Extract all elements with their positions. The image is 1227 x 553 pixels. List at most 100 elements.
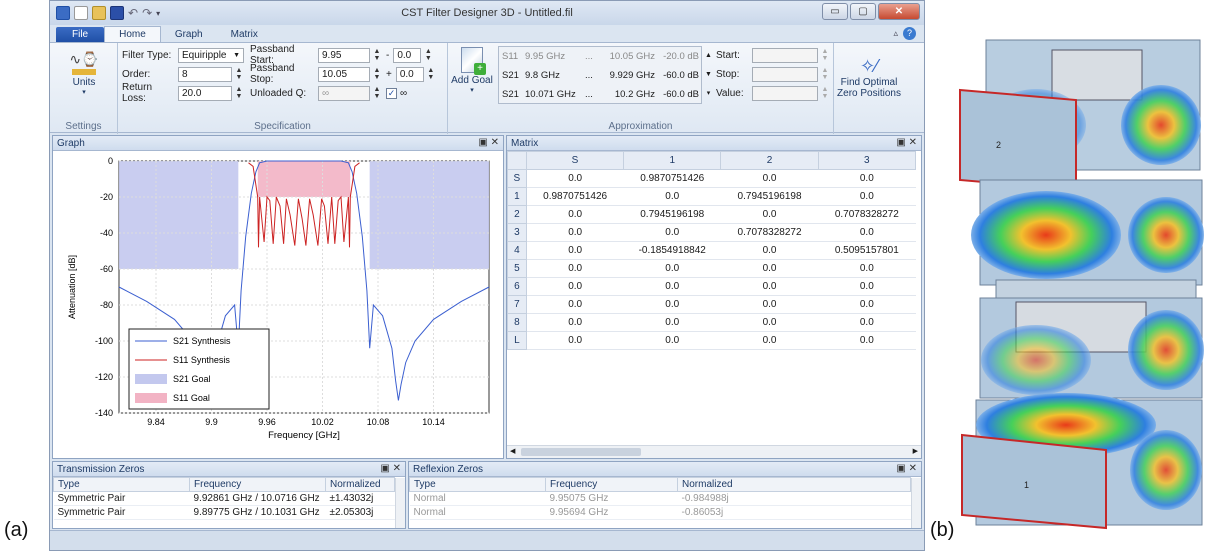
scroll-left-icon[interactable]: ◀ (510, 447, 515, 455)
help-icon[interactable]: ? (903, 27, 916, 40)
col-type[interactable]: Type (409, 477, 546, 492)
tab-home[interactable]: Home (104, 26, 161, 42)
matrix-column-header[interactable]: 2 (720, 151, 819, 170)
panel-float-close-icon[interactable]: ▣ ✕ (478, 137, 499, 148)
matrix-cell[interactable]: 0.5095157801 (818, 241, 916, 260)
col-frequency[interactable]: Frequency (545, 477, 678, 492)
passband-stop-offset-spinner-icon[interactable]: ▲ ▼ (426, 67, 436, 81)
filter-type-select[interactable]: Equiripple ▼ (178, 47, 244, 63)
matrix-cell[interactable]: 0.0 (818, 313, 916, 332)
tab-file[interactable]: File (56, 27, 105, 42)
matrix-row-header[interactable]: 8 (507, 313, 527, 332)
matrix-cell[interactable]: 0.0 (623, 313, 721, 332)
order-spinner-icon[interactable]: ▲ ▼ (234, 67, 244, 81)
return-loss-spinner-icon[interactable]: ▲ ▼ (234, 86, 244, 100)
value-input[interactable] (752, 85, 818, 101)
maximize-button[interactable]: ▢ (850, 3, 876, 20)
matrix-cell[interactable]: 0.0 (623, 295, 721, 314)
matrix-cell[interactable]: 0.0 (526, 277, 624, 296)
matrix-cell[interactable]: 0.0 (720, 331, 819, 350)
matrix-corner[interactable] (507, 151, 527, 170)
matrix-cell[interactable]: 0.0 (526, 205, 624, 224)
matrix-cell[interactable]: 0.7078328272 (720, 223, 819, 242)
table-row[interactable]: 5 0.0 0.0 0.0 0.0 (507, 259, 916, 278)
panel-float-close-icon[interactable]: ▣ ✕ (380, 463, 401, 474)
stop-spinner-icon[interactable]: ▲ ▼ (820, 67, 830, 81)
table-row[interactable]: Normal 9.95075 GHz -0.984988j (409, 491, 911, 506)
order-input[interactable]: 8 (178, 66, 232, 82)
goal-row[interactable]: S21 10.071 GHz ... 10.2 GHz -60.0 dB (499, 85, 701, 104)
find-optimal-zero-positions-button[interactable]: ✧⁄ Find Optimal Zero Positions (836, 55, 902, 99)
col-type[interactable]: Type (53, 477, 190, 492)
goal-row[interactable]: S21 9.8 GHz ... 9.929 GHz -60.0 dB (499, 66, 701, 85)
matrix-cell[interactable]: 0.0 (818, 169, 916, 188)
table-row[interactable]: 8 0.0 0.0 0.0 0.0 (507, 313, 916, 332)
matrix-row-header[interactable]: 5 (507, 259, 527, 278)
matrix-row-header[interactable]: 7 (507, 295, 527, 314)
matrix-cell[interactable]: 0.0 (623, 331, 721, 350)
collapse-ribbon-icon[interactable]: ▵ (893, 28, 898, 39)
close-button[interactable]: ✕ (878, 3, 920, 20)
matrix-cell[interactable]: 0.0 (818, 277, 916, 296)
unloaded-q-spinner-icon[interactable]: ▲ ▼ (372, 86, 382, 100)
matrix-cell[interactable]: 0.0 (623, 277, 721, 296)
start-input[interactable] (752, 47, 818, 63)
stop-input[interactable] (752, 66, 818, 82)
table-row[interactable]: 6 0.0 0.0 0.0 0.0 (507, 277, 916, 296)
goal-list-scroll[interactable]: ▲ ▼ ▾ (704, 46, 713, 104)
table-row[interactable]: 4 0.0 -0.1854918842 0.0 0.5095157801 (507, 241, 916, 260)
matrix-column-header[interactable]: S (525, 151, 625, 170)
matrix-cell[interactable]: 0.0 (526, 223, 624, 242)
start-spinner-icon[interactable]: ▲ ▼ (820, 48, 830, 62)
panel-float-close-icon[interactable]: ▣ ✕ (896, 137, 917, 148)
matrix-horizontal-scrollbar[interactable]: ◀ ▶ (507, 445, 921, 458)
matrix-row-header[interactable]: 2 (507, 205, 527, 224)
table-row[interactable]: L 0.0 0.0 0.0 0.0 (507, 331, 916, 350)
matrix-cell[interactable]: 0.9870751426 (526, 187, 624, 206)
tab-graph[interactable]: Graph (161, 27, 217, 42)
passband-start-input[interactable]: 9.95 (318, 47, 370, 63)
scroll-right-icon[interactable]: ▶ (913, 447, 918, 455)
matrix-cell[interactable]: 0.0 (526, 295, 624, 314)
matrix-cell[interactable]: 0.0 (818, 223, 916, 242)
minimize-button[interactable]: ▭ (822, 3, 848, 20)
matrix-row-header[interactable]: S (507, 169, 527, 188)
matrix-cell[interactable]: 0.0 (818, 331, 916, 350)
matrix-cell[interactable]: 0.7945196198 (623, 205, 721, 224)
matrix-cell[interactable]: 0.0 (623, 223, 721, 242)
table-row[interactable]: 7 0.0 0.0 0.0 0.0 (507, 295, 916, 314)
matrix-column-header[interactable]: 3 (817, 151, 917, 170)
col-normalized[interactable]: Normalized (677, 477, 911, 492)
matrix-cell[interactable]: 0.0 (720, 169, 819, 188)
matrix-row-header[interactable]: 3 (507, 223, 527, 242)
matrix-cell[interactable]: 0.0 (526, 241, 624, 260)
matrix-cell[interactable]: 0.0 (818, 187, 916, 206)
return-loss-input[interactable]: 20.0 (178, 85, 232, 101)
matrix-cell[interactable]: 0.9870751426 (623, 169, 721, 188)
matrix-cell[interactable]: 0.0 (818, 259, 916, 278)
matrix-cell[interactable]: 0.0 (720, 295, 819, 314)
matrix-cell[interactable]: 0.7945196198 (720, 187, 819, 206)
matrix-cell[interactable]: 0.0 (720, 313, 819, 332)
table-row[interactable]: S 0.0 0.9870751426 0.0 0.0 (507, 169, 916, 188)
matrix-cell[interactable]: 0.0 (720, 277, 819, 296)
reflexion-zeros-scrollbar[interactable] (911, 478, 921, 528)
matrix-cell[interactable]: 0.0 (623, 187, 721, 206)
matrix-cell[interactable]: 0.0 (720, 241, 819, 260)
matrix-cell[interactable]: 0.7078328272 (818, 205, 916, 224)
matrix-row-header[interactable]: L (507, 331, 527, 350)
passband-start-spinner-icon[interactable]: ▲ ▼ (372, 48, 382, 62)
matrix-cell[interactable]: 0.0 (623, 259, 721, 278)
passband-stop-input[interactable]: 10.05 (318, 66, 370, 82)
table-row[interactable]: Symmetric Pair 9.92861 GHz / 10.0716 GHz ±… (53, 491, 395, 506)
col-frequency[interactable]: Frequency (189, 477, 326, 492)
matrix-row-header[interactable]: 4 (507, 241, 527, 260)
units-button[interactable]: ∿⌚ Units ▾ (60, 51, 108, 96)
tab-matrix[interactable]: Matrix (217, 27, 272, 42)
panel-float-close-icon[interactable]: ▣ ✕ (896, 463, 917, 474)
matrix-cell[interactable]: 0.0 (720, 205, 819, 224)
table-row[interactable]: Normal 9.95694 GHz -0.86053j (409, 505, 911, 520)
add-goal-button[interactable]: + Add Goal ▾ (450, 47, 494, 94)
passband-stop-spinner-icon[interactable]: ▲ ▼ (372, 67, 382, 81)
goal-list[interactable]: S11 9.95 GHz ... 10.05 GHz -20.0 dB S21 … (498, 46, 702, 104)
